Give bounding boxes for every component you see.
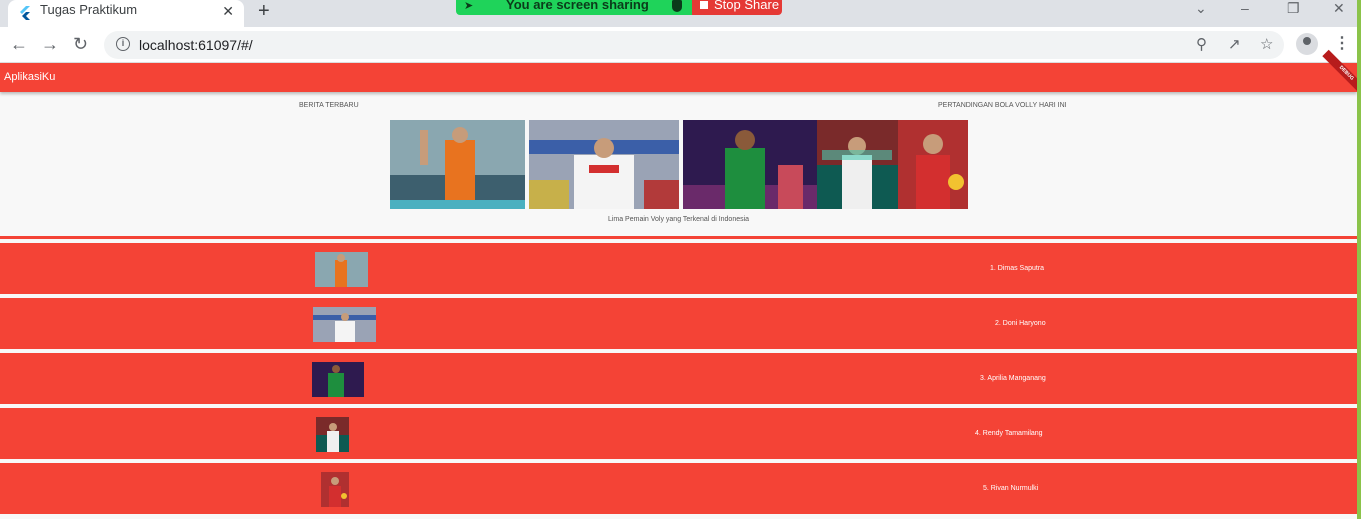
menu-icon[interactable]: ⋮ [1334,33,1350,53]
gallery-image [529,120,679,209]
player-thumbnail [315,252,368,287]
zoom-icon[interactable]: ⚲ [1196,35,1207,53]
stop-icon [700,1,708,9]
reload-icon[interactable]: ↻ [73,34,88,54]
tab-strip: Tugas Praktikum ✕ + ➤ You are screen sha… [0,0,1357,27]
restore-icon[interactable]: ❐ [1287,0,1300,17]
forward-icon[interactable]: → [41,34,59,54]
list-item[interactable]: 3. Aprilia Manganang [0,353,1357,404]
browser-tab[interactable]: Tugas Praktikum ✕ [8,0,244,27]
app-title: AplikasiKu [4,71,56,83]
browser-toolbar: ← → ↻ i localhost:61097/#/ ⚲ ↗ ☆ ⋮ [0,27,1357,63]
shield-icon [672,0,682,12]
profile-avatar[interactable] [1296,33,1318,55]
new-tab-button[interactable]: + [258,0,270,22]
list-item[interactable]: 5. Rivan Nurmulki [0,463,1357,514]
close-tab-icon[interactable]: ✕ [222,3,234,20]
player-thumbnail [312,362,364,397]
player-thumbnail [321,472,349,507]
tab-search-icon[interactable]: ⌄ [1195,0,1207,17]
player-name: 4. Rendy Tamamilang [975,430,1043,437]
gallery-image [390,120,525,209]
tab-title: Tugas Praktikum [40,2,138,17]
player-name: 1. Dimas Saputra [990,265,1045,272]
address-bar[interactable]: i localhost:61097/#/ ⚲ ↗ ☆ [104,31,1284,59]
bookmark-star-icon[interactable]: ☆ [1260,35,1273,53]
back-icon[interactable]: ← [10,34,28,54]
player-name: 2. Doni Haryono [995,320,1046,327]
player-thumbnail [316,417,349,452]
list-item[interactable]: 1. Dimas Saputra [0,243,1357,294]
player-name: 5. Rivan Nurmulki [983,485,1039,492]
info-icon[interactable]: i [116,37,130,51]
section-divider [0,236,1357,239]
share-icon: ➤ [464,0,474,12]
stop-share-button[interactable]: Stop Share [692,0,782,15]
share-page-icon[interactable]: ↗ [1228,35,1241,53]
url-text[interactable]: localhost:61097/#/ [139,37,253,53]
player-gallery [390,120,968,209]
gallery-image [898,120,968,209]
gallery-caption: Lima Pemain Voly yang Terkenal di Indone… [607,216,750,223]
minimize-icon[interactable]: – [1241,0,1249,16]
player-thumbnail [313,307,376,342]
news-heading: BERITA TERBARU [299,102,359,109]
section-labels: BERITA TERBARU PERTANDINGAN BOLA VOLLY H… [0,100,1357,112]
browser-window: Tugas Praktikum ✕ + ➤ You are screen sha… [0,0,1361,519]
share-status-text: You are screen sharing [506,0,649,12]
gallery-image [817,120,898,209]
flutter-icon [20,6,30,20]
screen-sharing-indicator: ➤ You are screen sharing [456,0,692,15]
stop-share-label: Stop Share [714,0,780,12]
app-bar: AplikasiKu DEBUG [0,49,1357,98]
gallery-image [683,120,817,209]
close-window-icon[interactable]: ✕ [1333,0,1345,17]
player-name: 3. Aprilia Manganang [980,375,1046,382]
match-heading: PERTANDINGAN BOLA VOLLY HARI INI [938,102,1067,109]
list-item[interactable]: 4. Rendy Tamamilang [0,408,1357,459]
list-item[interactable]: 2. Doni Haryono [0,298,1357,349]
